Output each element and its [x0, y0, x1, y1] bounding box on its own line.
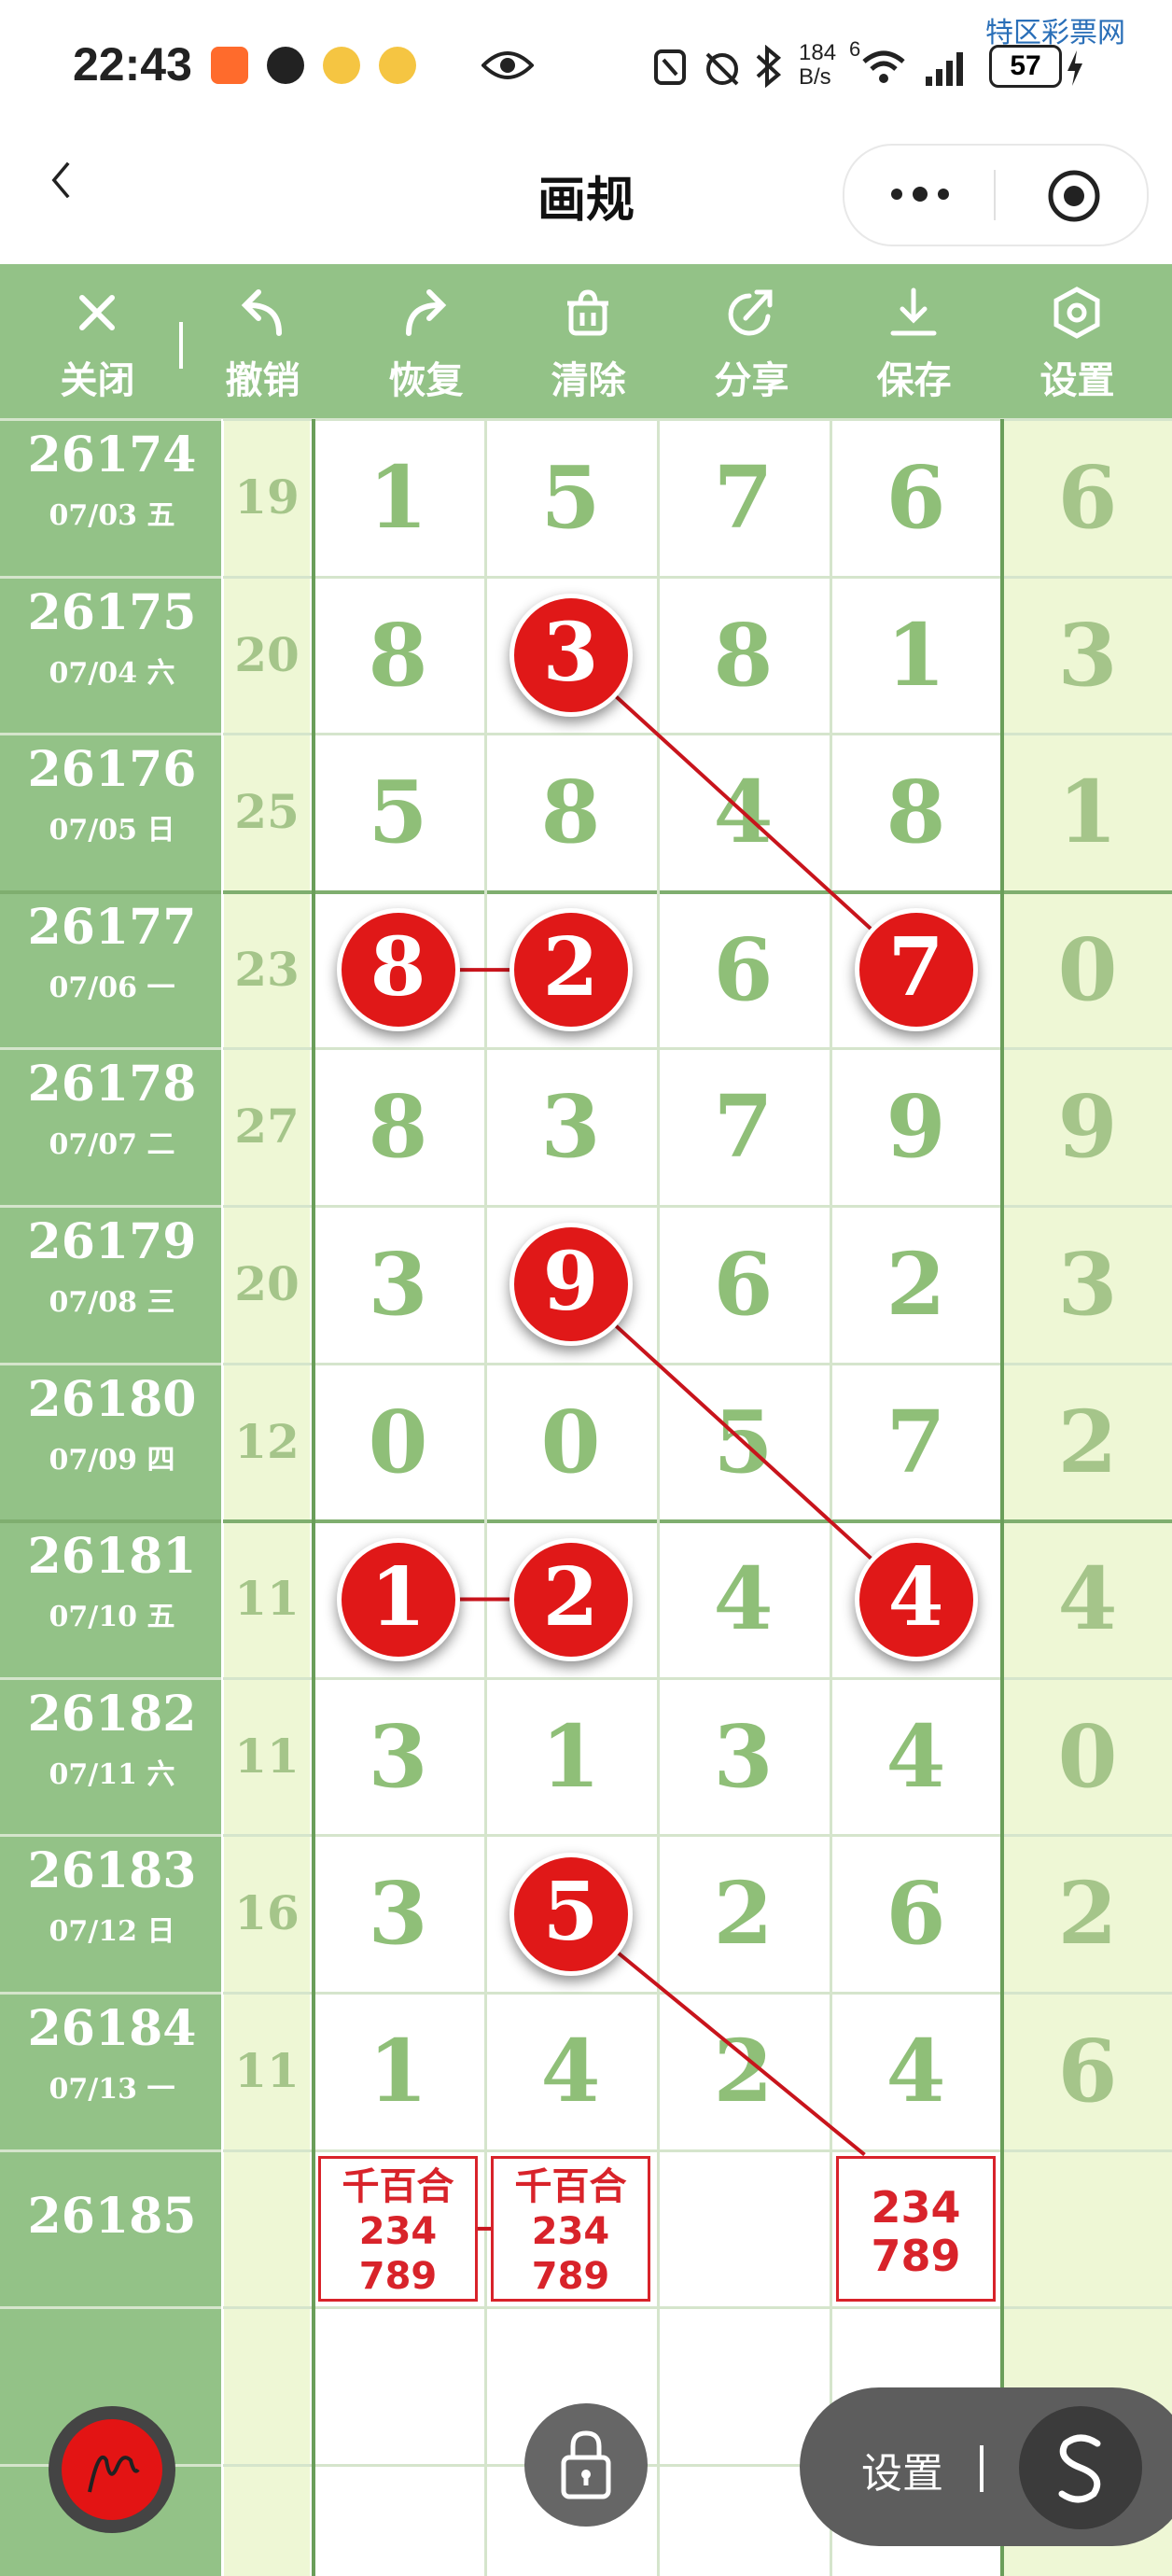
download-icon [890, 287, 937, 336]
prediction-line: 千百合 [342, 2164, 454, 2208]
highlighted-digit-ball[interactable]: 3 [509, 593, 633, 717]
floating-divider [980, 2445, 984, 2492]
diagonal-line [569, 1282, 917, 1601]
highlighted-digit-ball[interactable]: 8 [336, 908, 460, 1032]
tool-undo-label: 撤销 [225, 359, 300, 402]
pen-icon [88, 2455, 140, 2493]
trash-icon [567, 289, 608, 336]
tool-settings[interactable]: 设置 [996, 264, 1159, 419]
lock-icon [561, 2430, 611, 2499]
close-icon [79, 295, 115, 330]
signal-extra: 6 [849, 37, 861, 61]
diagonal-line [569, 653, 917, 972]
alarm-icon [705, 52, 739, 86]
trend-chart-grid[interactable]: 2617407/03 五19157662617507/04 六208381326… [0, 418, 1172, 2576]
nfc-icon [654, 49, 686, 85]
highlighted-digit-ball[interactable]: 2 [509, 1537, 633, 1661]
prediction-line: 234 [871, 2181, 961, 2233]
cell-signal-icon [926, 52, 963, 86]
tool-undo[interactable]: 撤销 [181, 264, 344, 419]
floating-settings-bar: 设置 [800, 2387, 1172, 2546]
tool-save-label: 保存 [876, 359, 952, 402]
prediction-line: 789 [358, 2254, 438, 2298]
highlighted-digit-ball[interactable]: 5 [509, 1852, 633, 1976]
redo-icon [406, 289, 447, 336]
pen-tool-button[interactable] [49, 2406, 175, 2533]
tool-close-label: 关闭 [60, 359, 135, 402]
weibo-icon [323, 47, 360, 84]
prediction-box[interactable]: 千百合 234 789 [491, 2155, 650, 2303]
prediction-line: 千百合 [514, 2164, 627, 2208]
qq-icon [267, 47, 304, 84]
status-time: 22:43 [73, 38, 192, 91]
eye-icon [481, 51, 534, 79]
weibo-icon-2 [379, 47, 416, 84]
tool-clear[interactable]: 清除 [507, 264, 670, 419]
wifi-icon [862, 50, 905, 83]
tool-settings-label: 设置 [1039, 359, 1115, 402]
charging-icon [1067, 50, 1082, 86]
tool-save[interactable]: 保存 [832, 264, 996, 419]
undo-icon [241, 289, 282, 336]
drawing-toolbar: 关闭 撤销 恢复 清除 分享 保存 设置 [0, 264, 1172, 419]
close-miniprogram-icon[interactable] [1046, 168, 1102, 224]
tool-clear-label: 清除 [551, 359, 626, 402]
more-icon[interactable] [887, 183, 953, 205]
prediction-line: 789 [871, 2230, 961, 2281]
s-mode-button[interactable] [1019, 2406, 1142, 2529]
tool-redo[interactable]: 恢复 [344, 264, 508, 419]
status-bar: 22:43 184 B/s 6 57 特区彩票网 [0, 0, 1172, 131]
battery-indicator: 57 [989, 45, 1062, 88]
tool-share-label: 分享 [714, 359, 789, 402]
prediction-line: 234 [358, 2209, 438, 2253]
prediction-line: 234 [531, 2209, 610, 2253]
prediction-box[interactable]: 千百合 234 789 [318, 2155, 478, 2303]
bluetooth-icon [756, 45, 782, 88]
prediction-line: 789 [531, 2254, 610, 2298]
highlighted-digit-ball[interactable]: 7 [854, 908, 978, 1032]
tool-redo-label: 恢复 [388, 359, 464, 402]
share-icon [728, 289, 773, 336]
highlighted-digit-ball[interactable]: 9 [509, 1223, 633, 1347]
watermark: 特区彩票网 [985, 17, 1125, 49]
highlighted-digit-ball[interactable]: 4 [854, 1537, 978, 1661]
miniprogram-capsule [843, 144, 1149, 246]
highlighted-digit-ball[interactable]: 1 [336, 1537, 460, 1661]
s-curve-icon [1058, 2434, 1101, 2503]
app-notification-icon [211, 47, 248, 84]
tool-close[interactable]: 关闭 [16, 264, 179, 419]
toolbar-separator [179, 322, 183, 369]
tool-share[interactable]: 分享 [670, 264, 833, 419]
lock-button[interactable] [524, 2403, 648, 2527]
net-speed: 184 B/s [799, 40, 837, 90]
highlighted-digit-ball[interactable]: 2 [509, 908, 633, 1032]
pen-color-swatch [62, 2419, 162, 2520]
capsule-divider [994, 170, 996, 220]
floating-settings-label[interactable]: 设置 [861, 2440, 943, 2499]
prediction-box[interactable]: 234 789 [836, 2155, 996, 2303]
settings-icon [1053, 287, 1100, 339]
